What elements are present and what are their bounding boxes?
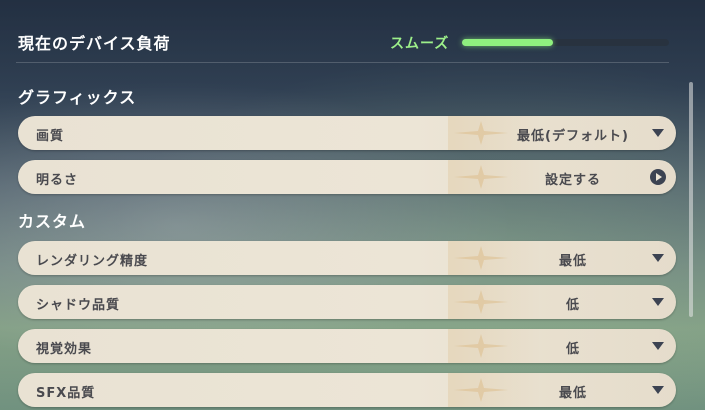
settings-scrollbar[interactable] [689,82,693,317]
device-load-title: 現在のデバイス負荷 [18,34,171,53]
chevron-down-icon[interactable] [652,298,664,306]
chevron-down-icon[interactable] [652,129,664,137]
setting-value-image-quality: 最低(デフォルト) [517,129,629,144]
device-load-bar-fill [462,39,554,46]
setting-label-image-quality: 画質 [36,129,65,144]
chevron-down-icon[interactable] [652,386,664,394]
device-load-status: スムーズ [390,36,450,52]
setting-value-render-resolution: 最低 [558,254,587,269]
chevron-down-icon[interactable] [652,342,664,350]
setting-row-sfx-quality[interactable]: SFX品質 最低 [18,373,676,407]
arrow-right-icon[interactable] [650,169,666,185]
setting-value-shadow-quality: 低 [565,298,580,313]
setting-label-render-resolution: レンダリング精度 [36,254,149,269]
header-divider [16,62,669,63]
setting-value-visual-effects: 低 [565,342,580,357]
setting-row-image-quality[interactable]: 画質 最低(デフォルト) [18,116,676,150]
setting-label-shadow-quality: シャドウ品質 [36,298,121,313]
chevron-down-icon[interactable] [652,254,664,262]
setting-value-brightness: 設定する [544,173,601,188]
setting-label-visual-effects: 視覚効果 [36,342,93,357]
setting-row-visual-effects[interactable]: 視覚効果 低 [18,329,676,363]
setting-label-brightness: 明るさ [36,173,79,188]
device-load-bar [462,39,669,46]
setting-row-brightness[interactable]: 明るさ 設定する [18,160,676,194]
section-title-custom: カスタム [18,212,87,231]
device-load-header: 現在のデバイス負荷 スムーズ [0,0,705,62]
setting-value-sfx-quality: 最低 [558,386,587,401]
setting-row-render-resolution[interactable]: レンダリング精度 最低 [18,241,676,275]
section-title-graphics: グラフィックス [18,88,137,107]
setting-label-sfx-quality: SFX品質 [36,386,96,401]
setting-row-shadow-quality[interactable]: シャドウ品質 低 [18,285,676,319]
